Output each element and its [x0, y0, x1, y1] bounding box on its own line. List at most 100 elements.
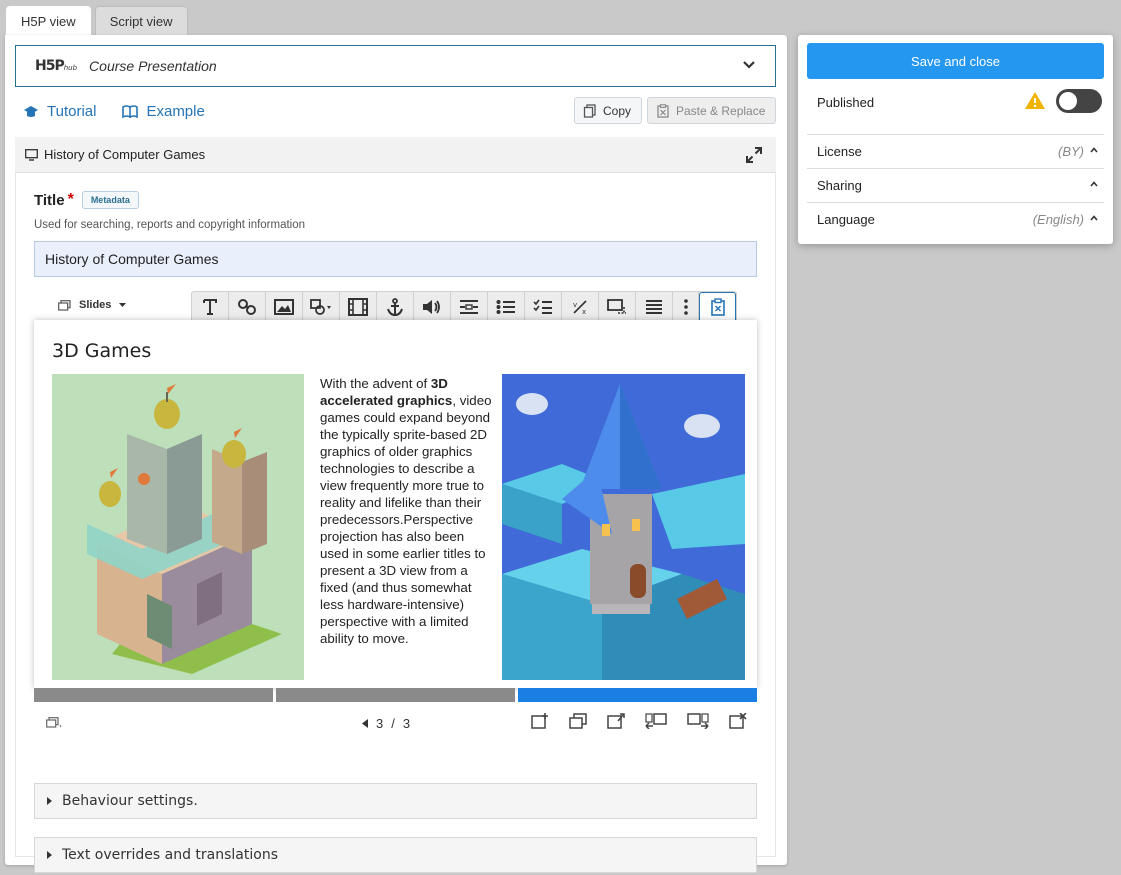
copy-button[interactable]: Copy [574, 97, 643, 124]
license-label: License [817, 144, 862, 159]
anchor-icon [387, 297, 403, 316]
slide-canvas[interactable]: 3D Games With the advent of 3D accelerat… [34, 320, 757, 688]
copy-label: Copy [603, 103, 632, 118]
sharing-label: Sharing [817, 178, 862, 193]
slide-image-isometric-castle[interactable] [52, 374, 304, 680]
behaviour-settings-label: Behaviour settings. [62, 793, 198, 809]
slide-background-icon[interactable] [607, 713, 625, 729]
list-icon [646, 299, 662, 314]
move-slide-right-icon[interactable] [687, 713, 709, 729]
license-value: (BY) [1058, 144, 1084, 159]
fullscreen-icon[interactable] [746, 147, 762, 163]
published-toggle[interactable] [1056, 89, 1102, 113]
monitor-icon [25, 148, 38, 161]
move-slide-left-icon[interactable] [645, 713, 667, 729]
fill-blanks-tool[interactable] [451, 292, 488, 321]
svg-text:x: x [582, 308, 586, 315]
caret-down-icon [119, 302, 127, 307]
example-link[interactable]: Example [122, 103, 205, 120]
sharing-row[interactable]: Sharing [807, 168, 1104, 202]
tutorial-link[interactable]: Tutorial [23, 103, 96, 120]
paste-icon [657, 103, 669, 118]
slide-text-block[interactable]: With the advent of 3D accelerated graphi… [320, 375, 492, 647]
example-label: Example [146, 103, 205, 120]
summary-tool[interactable]: vx [562, 292, 599, 321]
list-tool[interactable] [636, 292, 673, 321]
language-row[interactable]: Language (English) [807, 202, 1104, 236]
published-label: Published [817, 95, 875, 110]
h5p-hub-logo: H5Phub [35, 58, 78, 74]
link-tool[interactable] [229, 292, 266, 321]
save-and-close-button[interactable]: Save and close [807, 43, 1104, 79]
copy-icon [583, 103, 596, 118]
language-label: Language [817, 212, 875, 227]
behaviour-settings-section[interactable]: Behaviour settings. [34, 783, 757, 819]
current-page: 3 [376, 715, 384, 731]
progress-segment-current[interactable] [518, 688, 757, 702]
title-description: Used for searching, reports and copyrigh… [34, 219, 306, 231]
audio-tool[interactable] [414, 292, 451, 321]
license-row[interactable]: License (BY) [807, 134, 1104, 168]
presentation-body: Title * Metadata Used for searching, repo… [15, 173, 776, 873]
metadata-button[interactable]: Metadata [81, 191, 139, 209]
fantasy-tower-illustration [502, 374, 745, 680]
text-tool[interactable] [192, 292, 229, 321]
tab-h5p-view[interactable]: H5P view [6, 6, 91, 36]
shapes-icon [310, 298, 331, 315]
clipboard-icon [710, 298, 725, 316]
more-tools-button[interactable] [673, 292, 699, 321]
image-icon [274, 298, 294, 315]
slide-image-fantasy-tower[interactable] [502, 374, 745, 680]
drag-text-tool[interactable] [599, 292, 636, 321]
graduation-cap-icon [24, 105, 38, 117]
caret-right-icon [47, 851, 52, 859]
progress-segment[interactable] [34, 688, 273, 702]
chevron-up-icon [1090, 147, 1098, 153]
tab-script-view[interactable]: Script view [94, 6, 188, 35]
presentation-header-title: History of Computer Games [44, 147, 206, 162]
clone-slide-icon[interactable] [569, 713, 587, 729]
more-vertical-icon [683, 298, 688, 315]
slide-footer: 3 / 3 [34, 703, 757, 743]
slide-progress-bar [34, 688, 757, 702]
text-overrides-section[interactable]: Text overrides and translations [34, 837, 757, 873]
content-type-selector[interactable]: H5Phub Course Presentation [15, 45, 776, 87]
anchor-tool[interactable] [377, 292, 414, 321]
list-bullets-icon [496, 299, 515, 314]
slides-menu[interactable]: Slides [58, 299, 127, 311]
shape-tool[interactable] [303, 292, 340, 321]
slide-title[interactable]: 3D Games [52, 340, 151, 362]
svg-text:v: v [573, 301, 577, 309]
presentation-header: History of Computer Games [15, 137, 776, 173]
isometric-castle-illustration [52, 374, 304, 680]
paste-replace-button[interactable]: Paste & Replace [647, 97, 777, 124]
slides-icon [58, 299, 71, 311]
fraction-icon: vx [573, 299, 587, 315]
previous-slide-icon[interactable] [362, 718, 368, 728]
page-separator: / [391, 715, 395, 731]
slides-list-icon[interactable] [46, 717, 62, 729]
film-icon [348, 297, 368, 316]
true-false-tool[interactable] [525, 292, 562, 321]
fill-blanks-icon [460, 299, 478, 314]
tutorial-label: Tutorial [47, 103, 97, 120]
add-slide-icon[interactable] [531, 713, 549, 729]
multichoice-tool[interactable] [488, 292, 525, 321]
slide-actions [531, 713, 747, 729]
drag-box-icon [607, 298, 626, 314]
delete-slide-icon[interactable] [729, 713, 747, 729]
title-input[interactable]: History of Computer Games [34, 241, 757, 277]
caret-right-icon [47, 797, 52, 805]
paste-tool[interactable] [699, 292, 736, 321]
title-field-label: Title * Metadata [34, 191, 139, 209]
language-value: (English) [1032, 212, 1084, 227]
slides-menu-label: Slides [79, 299, 112, 311]
chevron-down-icon[interactable] [743, 59, 755, 71]
video-tool[interactable] [340, 292, 377, 321]
help-links: Tutorial Example [23, 103, 205, 120]
progress-segment[interactable] [276, 688, 515, 702]
total-pages: 3 [402, 715, 411, 731]
image-tool[interactable] [266, 292, 303, 321]
chevron-up-icon [1090, 181, 1098, 187]
editor-panel: H5Phub Course Presentation Tutorial Exam… [5, 35, 787, 873]
